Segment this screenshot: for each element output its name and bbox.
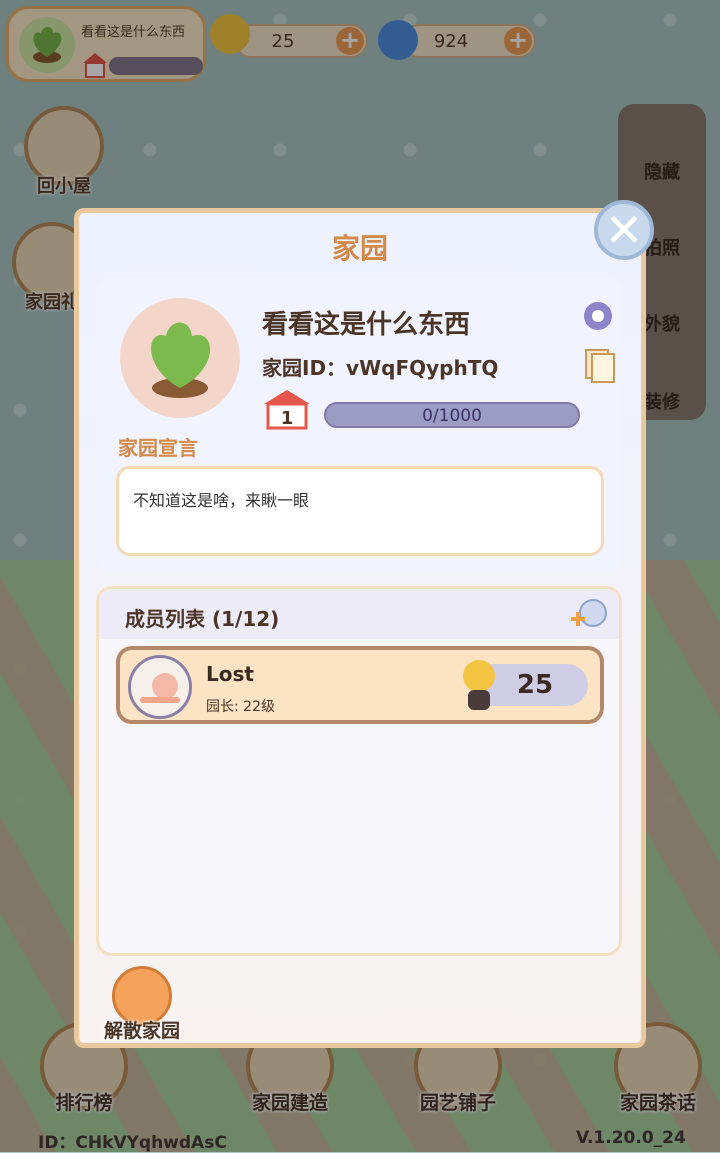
home-level-number: 1 bbox=[281, 408, 294, 429]
member-list-header: 成员列表 (1/12) bbox=[99, 589, 619, 639]
member-role: 园长: 22级 bbox=[206, 699, 275, 715]
copy-icon[interactable] bbox=[584, 348, 616, 384]
home-id: 家园ID：vWqFQyphTQ bbox=[262, 356, 499, 380]
disband-home-button[interactable]: 解散家园 bbox=[92, 966, 192, 1043]
add-member-icon[interactable] bbox=[569, 597, 609, 633]
member-row[interactable]: Lost 园长: 22级 25 bbox=[116, 646, 604, 724]
plant-icon bbox=[151, 322, 211, 398]
member-list-title: 成员列表 (1/12) bbox=[125, 607, 280, 631]
close-dialog-button[interactable]: ✕ bbox=[594, 200, 654, 260]
home-avatar[interactable] bbox=[120, 298, 240, 418]
house-level-badge: 1 bbox=[262, 388, 312, 430]
member-name: Lost bbox=[206, 662, 254, 686]
progress-text: 0/1000 bbox=[422, 406, 482, 426]
declaration-box[interactable]: 不知道这是啥，来瞅一眼 bbox=[116, 466, 604, 556]
declaration-text: 不知道这是啥，来瞅一眼 bbox=[133, 491, 310, 510]
member-score: 25 bbox=[516, 670, 554, 700]
disband-label: 解散家园 bbox=[103, 1020, 180, 1042]
dialog-title: 家园 bbox=[331, 232, 388, 265]
declaration-label: 家园宣言 bbox=[118, 436, 198, 460]
home-name: 看看这是什么东西 bbox=[262, 310, 471, 340]
snail-avatar-icon bbox=[128, 655, 192, 719]
home-exp-progress: 0/1000 bbox=[324, 402, 580, 428]
settings-gear-icon[interactable] bbox=[580, 298, 616, 334]
member-list-panel: 成员列表 (1/12) bbox=[96, 586, 622, 956]
close-icon: ✕ bbox=[604, 203, 644, 257]
